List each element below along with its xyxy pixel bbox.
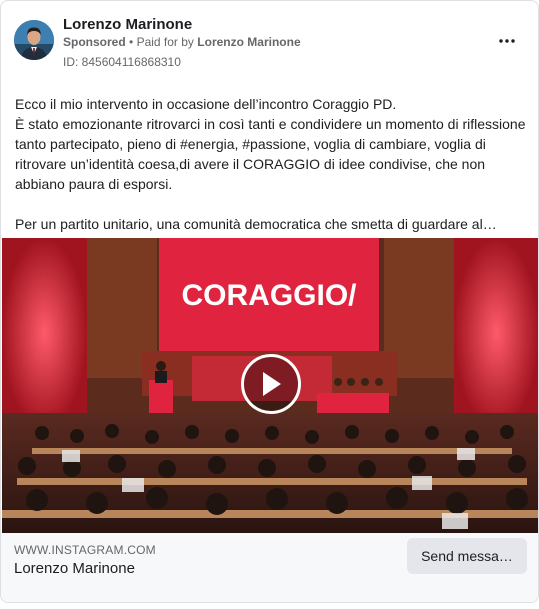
screen-text: CORAGGIO/ (181, 279, 357, 312)
link-domain: WWW.INSTAGRAM.COM (14, 543, 156, 557)
ad-card: Lorenzo Marinone Sponsored • Paid for by… (0, 0, 539, 603)
post-text-line: È stato emozionante ritrovarci in così t… (15, 116, 526, 192)
more-options-button[interactable] (495, 31, 519, 51)
post-text: Ecco il mio intervento in occasione dell… (15, 94, 530, 234)
paid-for-prefix: Paid for by (136, 35, 194, 49)
meta-separator: • (129, 35, 134, 49)
post-text-line: Per un partito unitario, una comunità de… (15, 216, 497, 232)
sponsored-line: Sponsored • Paid for by Lorenzo Marinone (63, 35, 301, 49)
play-icon (263, 372, 281, 396)
video-thumbnail[interactable]: CORAGGIO/ (2, 238, 538, 533)
avatar[interactable] (14, 20, 54, 60)
post-header: Lorenzo Marinone Sponsored • Paid for by… (1, 1, 538, 81)
sponsored-label: Sponsored (63, 35, 126, 49)
link-title[interactable]: Lorenzo Marinone (14, 560, 135, 577)
play-button[interactable] (241, 354, 301, 414)
ellipsis-icon (499, 39, 515, 43)
link-footer[interactable]: WWW.INSTAGRAM.COM Lorenzo Marinone Send … (1, 533, 538, 602)
send-message-button[interactable]: Send messa… (407, 538, 527, 574)
paid-for-name[interactable]: Lorenzo Marinone (197, 35, 300, 49)
ad-id: ID: 845604116868310 (63, 55, 181, 69)
author-name[interactable]: Lorenzo Marinone (63, 16, 192, 33)
post-text-line: Ecco il mio intervento in occasione dell… (15, 96, 397, 112)
